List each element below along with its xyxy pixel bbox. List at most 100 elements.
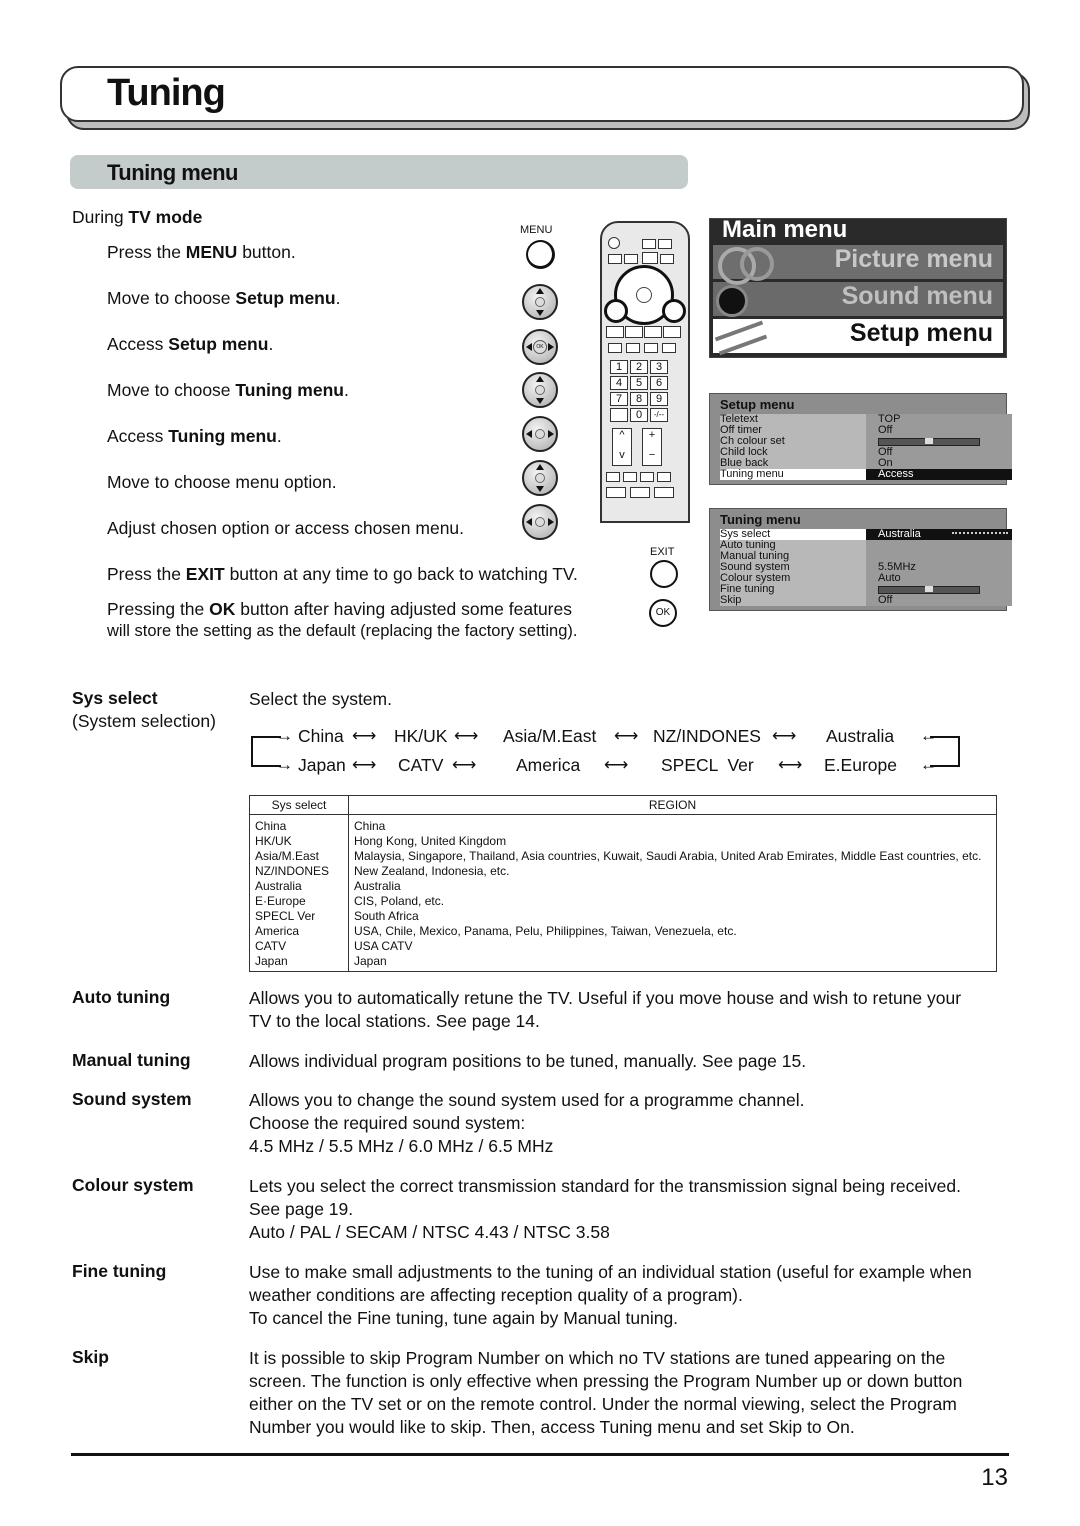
sys-cell: HK/UK — [249, 834, 349, 849]
main-menu-item-label: Picture menu — [834, 245, 993, 273]
arrow-right-icon: → — [276, 726, 293, 745]
definition-line: See page 19. — [249, 1199, 354, 1219]
tuning-row-fine-tuning[interactable]: Fine tuning — [720, 584, 1012, 595]
input-key-icon — [610, 408, 628, 422]
row-value — [866, 540, 1012, 551]
setup-menu-title: Setup menu — [720, 397, 795, 412]
sys-select-subterm: (System selection) — [72, 711, 216, 731]
definition-line: Allows individual program positions to b… — [249, 1051, 807, 1071]
slider-knob[interactable] — [925, 438, 933, 444]
left-right-pad-icon — [522, 504, 558, 540]
definition-term: Skip — [72, 1347, 109, 1367]
note-text: Pressing the — [107, 599, 210, 619]
region-cell: Australia — [348, 879, 997, 894]
color-key-icon — [625, 326, 643, 338]
number-key-0: 0 — [630, 408, 648, 422]
region-cell: Japan — [348, 954, 997, 972]
key-icon — [624, 254, 638, 264]
sys-option-america: America — [516, 755, 581, 775]
definition-desc: Allows you to automatically retune the T… — [249, 987, 1019, 1033]
tuning-row-skip[interactable]: Skip Off — [720, 595, 1012, 606]
sys-option-catv: CATV — [398, 755, 444, 775]
setup-row-tuning-menu[interactable]: Tuning menu Access — [720, 469, 1012, 480]
remote-control-illustration: 1 2 3 4 5 6 7 8 9 0 -/-- ^ v + − — [600, 221, 690, 523]
sys-option-japan: Japan — [298, 755, 346, 775]
sys-cell: SPECL Ver — [249, 909, 349, 924]
menu-button-icon — [526, 240, 555, 269]
pad-ok-label: OK — [533, 340, 547, 354]
key-icon — [657, 472, 671, 482]
definition-desc: It is possible to skip Program Number on… — [249, 1347, 1019, 1439]
step-1: Press the MENU button. — [107, 242, 296, 263]
sys-cell: Japan — [249, 954, 349, 972]
up-down-pad-icon — [522, 372, 558, 408]
dash-key: -/-- — [650, 408, 668, 422]
region-cell: USA CATV — [348, 939, 997, 954]
definition-line: Choose the required sound system: — [249, 1113, 526, 1133]
note-text: Press the — [107, 564, 186, 584]
note-bold: EXIT — [185, 564, 225, 584]
note-text: button after having adjusted some featur… — [235, 599, 572, 619]
region-cell: Hong Kong, United Kingdom — [348, 834, 997, 849]
main-menu-item-label: Sound menu — [841, 282, 993, 310]
sys-option-australia: Australia — [826, 726, 895, 746]
table-row: China China — [249, 814, 997, 834]
definition-term: Sound system — [72, 1089, 192, 1109]
double-arrow-icon: ⟷ — [352, 726, 377, 745]
pause-key-icon — [630, 487, 650, 498]
sys-option-hkuk: HK/UK — [394, 726, 448, 746]
key-icon — [623, 472, 637, 482]
table-row: Asia/M.East Malaysia, Singapore, Thailand… — [249, 849, 997, 864]
row-label: Fine tuning — [720, 584, 866, 595]
step-5: Access Tuning menu. — [107, 426, 282, 447]
ch-colour-slider[interactable] — [878, 438, 980, 446]
step-text: Adjust chosen option or access chosen me… — [107, 518, 465, 538]
step-text: button. — [237, 242, 296, 262]
step-7: Adjust chosen option or access chosen me… — [107, 518, 464, 539]
main-menu-item-sound[interactable]: Sound menu — [713, 282, 1003, 316]
region-table: Sys select REGION China China HK/UK Hong Ko… — [249, 795, 997, 972]
region-cell: South Africa — [348, 909, 997, 924]
note-text: button at any time to go back to watchin… — [224, 564, 578, 584]
slider-knob[interactable] — [925, 586, 933, 592]
remote-menu-key-icon — [604, 299, 628, 323]
menu-button-label: MENU — [520, 224, 553, 236]
number-key-1: 1 — [610, 360, 628, 374]
channel-up-glyph: ^ — [619, 429, 625, 441]
definition-term: Auto tuning — [72, 987, 171, 1007]
region-cell: New Zealand, Indonesia, etc. — [348, 864, 997, 879]
definition-term: Colour system — [72, 1175, 194, 1195]
setup-row-teletext[interactable]: Teletext TOP — [720, 414, 1012, 425]
sys-cell: America — [249, 924, 349, 939]
row-value: Off — [866, 595, 1012, 606]
sys-cell: Asia/M.East — [249, 849, 349, 864]
sys-option-asia-meast: Asia/M.East — [503, 726, 597, 746]
sys-option-specl-ver: SPECL Ver — [661, 755, 754, 775]
sys-select-desc: Select the system. — [249, 689, 392, 709]
fine-tuning-slider[interactable] — [878, 586, 980, 594]
step-2: Move to choose Setup menu. — [107, 288, 340, 309]
main-menu-title: Main menu — [722, 216, 848, 243]
exit-note: Press the EXIT button at any time to go … — [107, 564, 578, 585]
definition-term: Manual tuning — [72, 1050, 191, 1070]
double-arrow-icon: ⟷ — [778, 755, 803, 774]
step-3: Access Setup menu. — [107, 334, 273, 355]
step-bold: Setup menu — [168, 334, 269, 354]
number-key-8: 8 — [630, 392, 648, 406]
exit-button-label: EXIT — [650, 546, 675, 558]
number-key-6: 6 — [650, 376, 668, 390]
footer-rule — [71, 1453, 1009, 1456]
step-bold: MENU — [185, 242, 238, 262]
region-cell: China — [348, 814, 997, 834]
step-text: Move to choose menu option. — [107, 472, 337, 492]
definition-line: Auto / PAL / SECAM / NTSC 4.43 / NTSC 3.… — [249, 1222, 610, 1242]
speaker-icon — [716, 285, 748, 317]
column-header: REGION — [348, 795, 997, 815]
mode-line: During TV mode — [72, 207, 202, 228]
definition-desc: Lets you select the correct transmission… — [249, 1175, 1019, 1244]
main-menu-item-label: Setup menu — [849, 319, 993, 347]
channel-rocker-icon: ^ v — [612, 428, 632, 466]
number-key-5: 5 — [630, 376, 648, 390]
color-key-icon — [663, 326, 681, 338]
step-text: Move to choose — [107, 288, 236, 308]
